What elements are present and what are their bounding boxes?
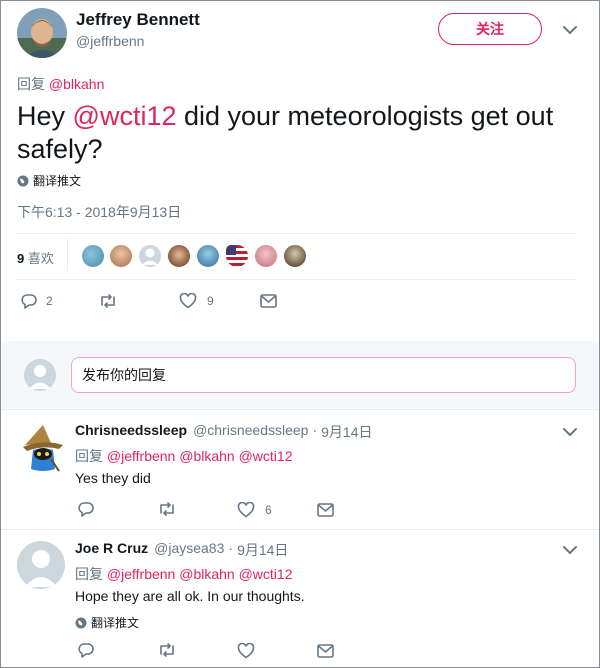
reply-button[interactable]: 2 [21,293,53,309]
like-button[interactable]: 9 [179,293,214,309]
envelope-icon [317,503,334,517]
likes-count: 9 [17,251,25,266]
envelope-icon [260,294,277,308]
liker-avatar[interactable] [283,244,307,268]
liker-avatar[interactable] [254,244,278,268]
heart-icon [237,643,255,659]
divider [1,529,599,530]
reply-more-chevron-icon[interactable] [560,540,580,565]
reply-header: Joe R Cruz @jaysea83 · 9月14日 [75,540,288,560]
reply-input-placeholder: 发布你的回复 [82,367,166,383]
message-button[interactable] [260,294,277,308]
like-button[interactable] [237,643,255,659]
reply-text: Yes they did [75,470,151,486]
reply-author-handle[interactable]: @chrisneedssleep [193,422,308,442]
reply-date[interactable]: 9月14日 [321,422,372,442]
reply-context: 回复 @jeffrbenn @blkahn @wcti12 [75,564,293,584]
divider [17,279,577,280]
heart-icon [179,293,197,309]
globe-icon [75,617,87,628]
divider [1,409,599,410]
reply-button[interactable] [78,642,94,658]
reply-mention[interactable]: @wcti12 [239,448,293,464]
reply-header: Chrisneedssleep @chrisneedssleep · 9月14日 [75,422,372,442]
reply-button[interactable] [78,501,94,517]
reply-prefix: 回复 [75,566,103,582]
compose-avatar [24,359,56,391]
reply-avatar[interactable] [17,541,65,589]
tweet-timestamp[interactable]: 下午6:13 - 2018年9月13日 [17,202,181,222]
liker-avatar[interactable] [196,244,220,268]
follow-button[interactable]: 关注 [438,13,542,45]
reply-prefix: 回复 [17,76,45,92]
more-options-chevron-icon[interactable] [560,20,580,45]
liker-avatar[interactable] [109,244,133,268]
reply-avatar[interactable] [21,423,65,473]
reply-date[interactable]: 9月14日 [237,540,288,560]
retweet-icon [160,643,174,657]
author-name[interactable]: Jeffrey Bennett [76,10,200,30]
translate-tweet-link[interactable]: 翻译推文 [75,614,139,631]
likes-summary[interactable]: 9 喜欢 [17,248,54,267]
translate-tweet-link[interactable]: 翻译推文 [17,172,81,189]
message-button[interactable] [317,644,334,658]
reply-mention[interactable]: @jeffrbenn [107,448,175,464]
divider [67,239,68,271]
globe-icon [17,175,29,186]
tweet-mention[interactable]: @wcti12 [73,101,177,131]
translate-tweet-label: 翻译推文 [91,616,140,630]
reply-mention[interactable]: @blkahn [49,76,104,92]
author-handle[interactable]: @jeffrbenn [76,33,144,49]
liker-avatar[interactable] [167,244,191,268]
author-avatar[interactable] [17,8,67,58]
reply-separator: · [312,422,318,438]
reply-mention[interactable]: @blkahn [179,566,234,582]
reply-more-chevron-icon[interactable] [560,422,580,447]
follow-button-label: 关注 [476,21,504,37]
reply-icon [21,294,37,309]
tweet-page: Jeffrey Bennett @jeffrbenn 关注 回复 @blkahn… [0,0,600,668]
reply-author-name[interactable]: Chrisneedssleep [75,422,187,442]
like-button[interactable]: 6 [237,502,272,518]
heart-icon [237,502,255,518]
liker-avatar[interactable] [138,244,162,268]
retweet-button[interactable] [157,501,177,517]
liker-avatar[interactable] [225,244,249,268]
like-count: 9 [207,294,214,308]
reply-icon [78,502,94,517]
retweet-button[interactable] [157,642,177,658]
tweet-text-start: Hey [17,101,73,131]
retweet-icon [101,294,115,308]
reply-icon [78,643,94,658]
divider [17,233,577,234]
likes-label: 喜欢 [27,251,54,266]
reply-count: 2 [46,294,53,308]
reply-author-handle[interactable]: @jaysea83 [154,540,224,560]
message-button[interactable] [317,503,334,517]
like-count: 6 [265,503,272,517]
tweet-text: Hey @wcti12 did your meteorologists get … [17,100,587,166]
reply-separator: · [228,540,234,556]
reply-context: 回复 @jeffrbenn @blkahn @wcti12 [75,446,293,466]
retweet-icon [160,502,174,516]
reply-input[interactable]: 发布你的回复 [71,357,576,393]
reply-context: 回复 @blkahn [17,74,104,94]
liker-avatar[interactable] [81,244,105,268]
reply-text: Hope they are all ok. In our thoughts. [75,588,305,604]
reply-prefix: 回复 [75,448,103,464]
reply-mention[interactable]: @jeffrbenn [107,566,175,582]
reply-mention[interactable]: @blkahn [179,448,234,464]
reply-mention[interactable]: @wcti12 [239,566,293,582]
reply-author-name[interactable]: Joe R Cruz [75,540,148,560]
translate-tweet-label: 翻译推文 [33,174,82,188]
envelope-icon [317,644,334,658]
retweet-button[interactable] [98,293,118,309]
